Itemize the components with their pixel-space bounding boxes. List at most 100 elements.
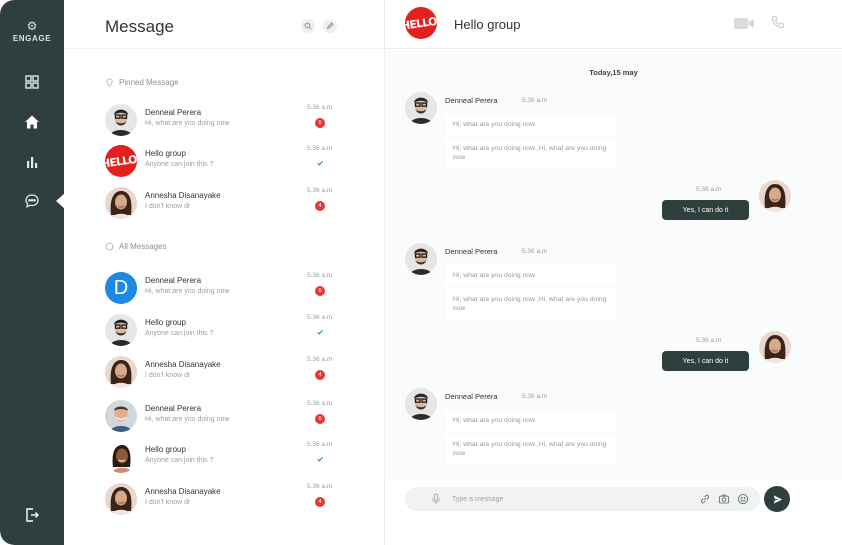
avatar [105, 483, 137, 515]
unread-badge: 6 [315, 414, 325, 424]
incoming-message: Hi, what are you doing now [446, 410, 616, 431]
conversation-row-all-1[interactable]: Hello group Anyone can join this ? 5.36 a.… [105, 314, 335, 348]
avatar-initial: D [113, 276, 129, 299]
message-time: 5.36 a.m [307, 187, 333, 194]
incoming-message: Hi, what are you doing now ,Hi, what are… [446, 138, 616, 168]
read-check-icon [315, 454, 325, 464]
incoming-message: Hi, what are you doing now ,Hi, what are… [446, 289, 616, 319]
chat-panel: HELLO! Hello group Today,15 may Denneal … [385, 0, 842, 545]
nav-dashboard[interactable] [20, 70, 44, 94]
logout-button[interactable] [20, 503, 44, 527]
message-time: 5.36 a.m [307, 483, 333, 490]
avatar [105, 441, 137, 473]
nav-analytics[interactable] [20, 150, 44, 174]
pin-icon [106, 78, 113, 87]
nav-home[interactable] [20, 110, 44, 134]
sidebar: ⚙ ENGAGE [0, 0, 65, 545]
conversation-row-pinned-0[interactable]: Denneal Perera Hi, what are you doing now… [105, 104, 335, 138]
conversation-row-all-2[interactable]: Annesha Disanayake I don't know dr 5.36 a.… [105, 356, 335, 390]
conversation-row-all-3[interactable]: Denneal Perera Hi, what are you doing now… [105, 400, 335, 434]
avatar [105, 356, 137, 388]
unread-badge: 4 [315, 497, 325, 507]
outgoing-time: 5.36 a.m [696, 337, 722, 344]
message-time: 5.36 a.m [307, 272, 333, 279]
camera-icon[interactable] [718, 493, 730, 505]
send-button[interactable] [764, 486, 790, 512]
sender-avatar [405, 92, 437, 124]
message-time: 5.36 a.m [307, 145, 333, 152]
sender-time: 5.36 a.m [522, 97, 548, 104]
sender-avatar [405, 388, 437, 420]
contact-name: Denneal Perera [145, 276, 202, 285]
conversation-list-panel: Message Pinned Message Denneal Perera Hi,… [64, 0, 385, 545]
message-preview: I don't know dr [145, 203, 191, 210]
incoming-message: Hi, what are you doing now [446, 265, 616, 286]
message-preview: Anyone can join this ? [145, 330, 214, 337]
search-button[interactable] [301, 19, 315, 33]
gear-icon: ⚙ [26, 19, 38, 33]
message-preview: Anyone can join this ? [145, 457, 214, 464]
message-preview: I don't know dr [145, 372, 191, 379]
group-avatar-text: HELLO! [405, 13, 437, 33]
avatar-logo-text: HELLO! [105, 151, 137, 171]
page-title: Message [105, 17, 174, 36]
contact-name: Annesha Disanayake [145, 360, 221, 369]
dashboard-icon [25, 75, 39, 89]
conversation-row-all-0[interactable]: D Denneal Perera Hi, what are you doing no… [105, 272, 335, 306]
unread-badge: 6 [315, 286, 325, 296]
contact-name: Hello group [145, 149, 186, 158]
new-message-button[interactable] [323, 19, 337, 33]
avatar: HELLO! [105, 145, 137, 177]
conversation-row-pinned-2[interactable]: Annesha Disanayake I don't know dr 5.36 a.… [105, 187, 335, 221]
all-messages-section-label: All Messages [105, 242, 167, 251]
conversation-row-all-5[interactable]: Annesha Disanayake I don't know dr 5.36 a.… [105, 483, 335, 517]
message-preview: Hi, what are you doing now [145, 416, 230, 423]
video-call-button[interactable] [733, 15, 755, 31]
sender-time: 5.36 a.m [522, 393, 548, 400]
edit-icon [326, 22, 334, 30]
nav-messages[interactable] [20, 189, 44, 213]
chat-icon [25, 194, 39, 208]
date-divider: Today,15 may [589, 68, 638, 77]
avatar-photo [105, 104, 137, 136]
contact-name: Hello group [145, 318, 186, 327]
outgoing-message: Yes, I can do it [662, 200, 749, 220]
contact-name: Annesha Disanayake [145, 191, 221, 200]
incoming-message: Hi, what are you doing now [446, 114, 616, 135]
link-icon[interactable] [699, 493, 711, 505]
message-preview: Hi, what are you doing now [145, 120, 230, 127]
message-input[interactable] [452, 491, 672, 507]
pinned-label: Pinned Message [119, 78, 179, 87]
outgoing-message: Yes, I can do it [662, 351, 749, 371]
chat-title: Hello group [454, 17, 521, 32]
message-time: 5.36 a.m [307, 314, 333, 321]
message-time: 5.36 a.m [307, 400, 333, 407]
contact-name: Hello group [145, 445, 186, 454]
all-messages-label: All Messages [119, 242, 167, 251]
unread-badge: 4 [315, 370, 325, 380]
chat-bubble-icon [105, 242, 114, 251]
contact-name: Denneal Perera [145, 108, 202, 117]
message-preview: Hi, what are you doing now [145, 288, 230, 295]
sender-avatar [405, 243, 437, 275]
message-time: 5.36 a.m [307, 104, 333, 111]
avatar [105, 314, 137, 346]
avatar [105, 400, 137, 432]
avatar-photo [105, 483, 137, 515]
avatar [105, 187, 137, 219]
emoji-icon[interactable] [737, 493, 749, 505]
list-header: Message [64, 0, 385, 49]
conversation-row-all-4[interactable]: Hello group Anyone can join this ? 5.36 a.… [105, 441, 335, 475]
conversation-row-pinned-1[interactable]: HELLO! Hello group Anyone can join this ? 5… [105, 145, 335, 179]
voice-call-button[interactable] [771, 15, 785, 29]
sender-time: 5.36 a.m [522, 248, 548, 255]
video-icon [734, 18, 754, 29]
brand-name: ENGAGE [12, 34, 52, 43]
chat-header: HELLO! Hello group [385, 0, 842, 49]
incoming-message: Hi, what are you doing now ,Hi, what are… [446, 434, 616, 464]
search-icon [304, 22, 312, 30]
message-thread: Today,15 may Denneal Perera 5.36 a.m Hi, w… [385, 50, 842, 480]
mic-icon[interactable] [430, 493, 442, 505]
message-time: 5.36 a.m [307, 356, 333, 363]
message-preview: I don't know dr [145, 499, 191, 506]
